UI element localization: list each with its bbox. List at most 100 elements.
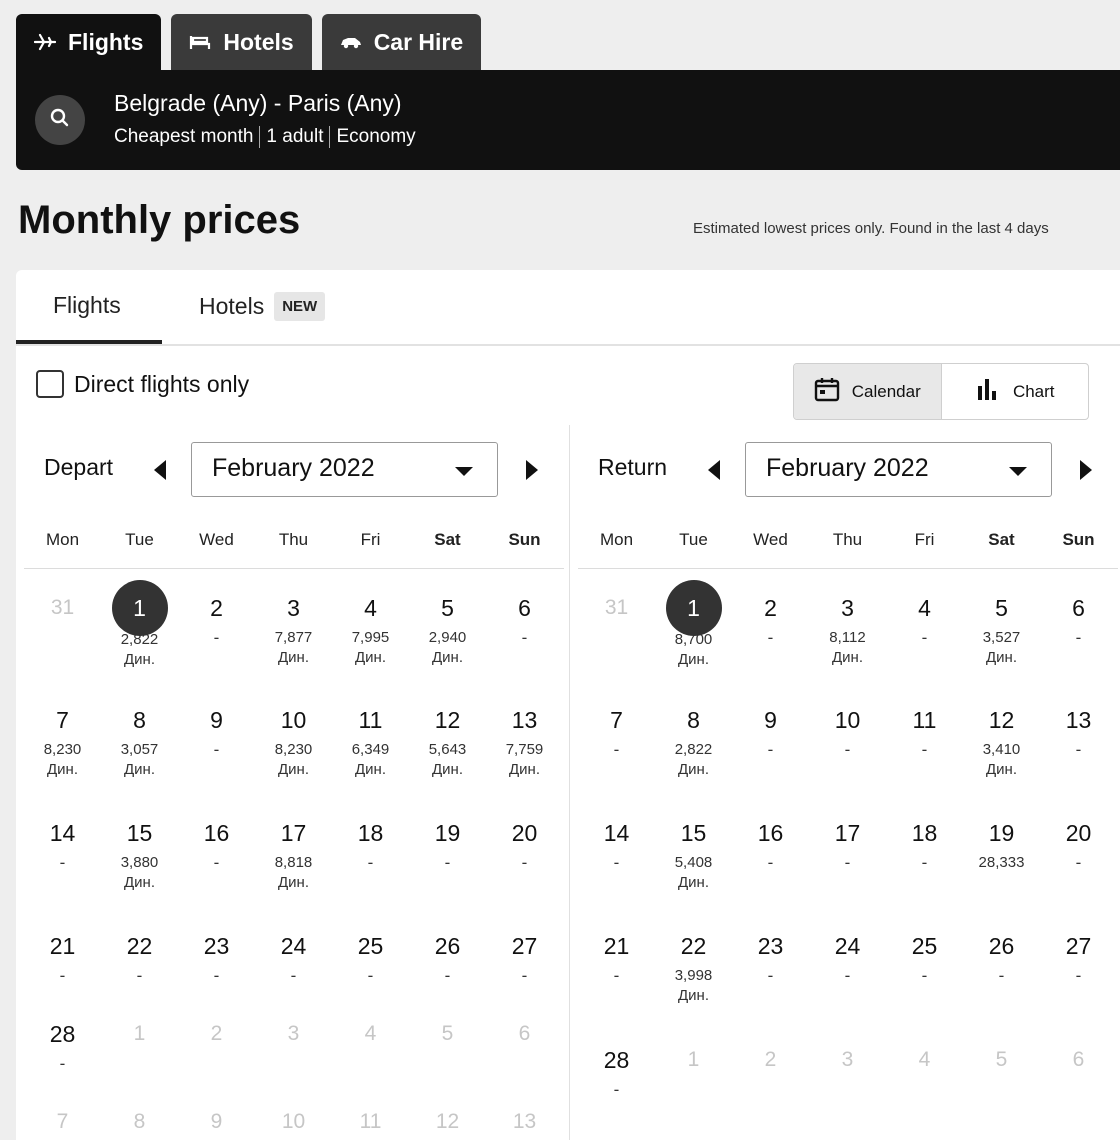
calendar-day: 6	[486, 1016, 563, 1074]
calendar-day[interactable]: 7 8,230 Дин.	[24, 702, 101, 780]
calendar-day: 3	[809, 1042, 886, 1100]
calendar-day[interactable]: 7-	[578, 702, 655, 780]
calendar-day[interactable]: 26 -	[409, 928, 486, 986]
day-number: 13	[512, 1110, 537, 1133]
new-badge: NEW	[274, 292, 326, 321]
direct-flights-checkbox[interactable]	[36, 370, 64, 398]
calendar-day[interactable]: 28 -	[24, 1016, 101, 1074]
day-number: 7	[56, 707, 69, 733]
next-month-button[interactable]	[522, 456, 542, 484]
calendar-day[interactable]: 24 -	[809, 928, 886, 1006]
day-number: 5	[441, 1022, 454, 1045]
calendar-day[interactable]: 4-	[886, 590, 963, 670]
calendar-day[interactable]: 22 -	[101, 928, 178, 986]
calendar-day[interactable]: 3 8,112 Дин.	[809, 590, 886, 670]
calendar-day[interactable]: 23 -	[178, 928, 255, 986]
day-number: 8	[133, 1110, 146, 1133]
chart-view-button[interactable]: Chart	[942, 364, 1089, 419]
calendar-divider	[569, 425, 570, 1140]
day-number: 25	[911, 933, 938, 959]
calendar-day[interactable]: 27 -	[486, 928, 563, 986]
price-note: Estimated lowest prices only. Found in t…	[693, 220, 1049, 237]
selected-day[interactable]: 1 8,700 Дин.	[655, 580, 732, 670]
depart-month-select[interactable]: February 2022	[191, 442, 498, 497]
calendar-day[interactable]: 25 -	[886, 928, 963, 1006]
calendar-day[interactable]: 27 -	[1040, 928, 1117, 1006]
direct-flights-toggle[interactable]: Direct flights only	[36, 370, 249, 398]
calendar-day[interactable]: 22 3,998 Дин.	[655, 928, 732, 1006]
no-price-dash: -	[367, 966, 374, 985]
price-currency: Дин.	[278, 761, 309, 778]
calendar-day[interactable]: 18 -	[886, 815, 963, 893]
calendar-day[interactable]: 6-	[1040, 590, 1117, 670]
calendar-day[interactable]: 6-	[486, 590, 563, 670]
day-number: 3	[287, 595, 300, 621]
no-price-dash: -	[521, 966, 528, 985]
tab-flights[interactable]: Flights	[16, 14, 162, 70]
calendar-day[interactable]: 25 -	[332, 928, 409, 986]
calendar-day[interactable]: 8 3,057 Дин.	[101, 702, 178, 780]
calendar-day[interactable]: 13 7,759 Дин.	[486, 702, 563, 780]
when-text: Cheapest month	[114, 126, 254, 147]
calendar-day[interactable]: 10 8,230 Дин.	[255, 702, 332, 780]
calendar-day[interactable]: 20 -	[486, 815, 563, 893]
calendar-day[interactable]: 12 5,643 Дин.	[409, 702, 486, 780]
calendar-day[interactable]: 14 -	[578, 815, 655, 893]
prev-month-button[interactable]	[150, 456, 170, 484]
calendar-day[interactable]: 17 8,818 Дин.	[255, 815, 332, 893]
calendar-week: 31 1 8,700 Дин. 2-3 8,112 Дин. 4-5 3,527 Дин. 6-	[578, 580, 1117, 670]
subtab-hotels[interactable]: Hotels NEW	[199, 292, 326, 321]
calendar-day[interactable]: 19 28,333	[963, 815, 1040, 893]
calendar-day[interactable]: 16 -	[732, 815, 809, 893]
day-price: 2,822	[120, 631, 159, 648]
prev-month-button[interactable]	[704, 456, 724, 484]
calendar-day[interactable]: 11 -	[886, 702, 963, 780]
calendar-day[interactable]: 2-	[732, 590, 809, 670]
calendar-day[interactable]: 19 -	[409, 815, 486, 893]
subtab-flights[interactable]: Flights	[53, 292, 121, 319]
calendar-day[interactable]: 12 3,410 Дин.	[963, 702, 1040, 780]
calendar-week: 7 8 9 10 11 12 13	[24, 1104, 563, 1140]
calendar-day[interactable]: 23 -	[732, 928, 809, 1006]
day-number: 31	[604, 596, 629, 619]
calendar-day[interactable]: 21 -	[578, 928, 655, 1006]
calendar-day[interactable]: 18 -	[332, 815, 409, 893]
next-month-button[interactable]	[1076, 456, 1096, 484]
calendar-day[interactable]: 5 3,527 Дин.	[963, 590, 1040, 670]
calendar-day[interactable]: 21 -	[24, 928, 101, 986]
calendar-day[interactable]: 14 -	[24, 815, 101, 893]
calendar-day[interactable]: 15 3,880 Дин.	[101, 815, 178, 893]
no-price-dash: -	[213, 740, 220, 759]
calendar-day[interactable]: 4 7,995 Дин.	[332, 590, 409, 670]
calendar-header: Return February 2022	[578, 442, 1118, 498]
calendar-day[interactable]: 5 2,940 Дин.	[409, 590, 486, 670]
calendar-day[interactable]: 16 -	[178, 815, 255, 893]
calendar-day: 1	[655, 1042, 732, 1100]
search-button[interactable]	[35, 95, 85, 145]
tab-car-hire[interactable]: Car Hire	[321, 14, 482, 70]
calendar-day[interactable]: 28 -	[578, 1042, 655, 1100]
tab-hotels[interactable]: Hotels	[171, 14, 312, 70]
calendar-day[interactable]: 9-	[732, 702, 809, 780]
calendar-day[interactable]: 17 -	[809, 815, 886, 893]
no-price-dash: -	[1075, 853, 1082, 872]
day-price: 28,333	[978, 854, 1025, 871]
return-month-select[interactable]: February 2022	[745, 442, 1052, 497]
calendar-day[interactable]: 26 -	[963, 928, 1040, 1006]
no-price-dash: -	[844, 853, 851, 872]
calendar-day[interactable]: 3 7,877 Дин.	[255, 590, 332, 670]
calendar-day[interactable]: 2-	[178, 590, 255, 670]
calendar-day[interactable]: 13 -	[1040, 702, 1117, 780]
calendar-day[interactable]: 11 6,349 Дин.	[332, 702, 409, 780]
calendar-view-button[interactable]: Calendar	[794, 364, 942, 419]
day-price: 2,822	[674, 741, 713, 758]
calendar-day[interactable]: 24 -	[255, 928, 332, 986]
calendar-day[interactable]: 9-	[178, 702, 255, 780]
triangle-right-icon	[526, 460, 538, 480]
search-summary-bar[interactable]: Belgrade (Any) - Paris (Any) Cheapest mo…	[16, 70, 1120, 170]
calendar-day[interactable]: 20 -	[1040, 815, 1117, 893]
selected-day[interactable]: 1 2,822 Дин.	[101, 580, 178, 670]
calendar-day[interactable]: 15 5,408 Дин.	[655, 815, 732, 893]
calendar-day[interactable]: 8 2,822 Дин.	[655, 702, 732, 780]
calendar-day[interactable]: 10 -	[809, 702, 886, 780]
